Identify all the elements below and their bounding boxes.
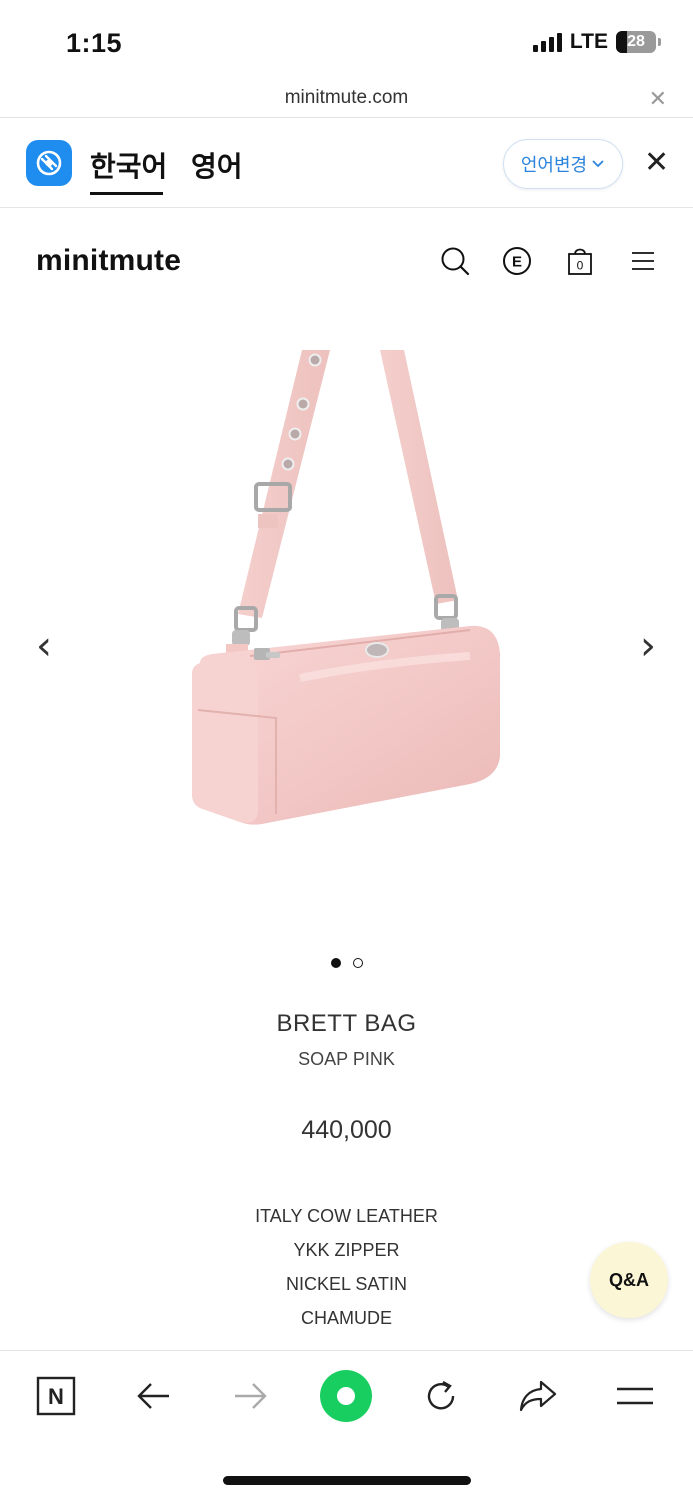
battery-icon: 28 [616, 31, 656, 53]
cart-icon[interactable]: 0 [563, 244, 597, 278]
site-logo[interactable]: minitmute [36, 244, 181, 278]
tab-english[interactable]: 영어 [191, 145, 243, 185]
close-icon[interactable]: ✕ [644, 148, 669, 178]
product-price: 440,000 [301, 1116, 392, 1144]
browser-toolbar: N [0, 1350, 693, 1440]
status-bar: 1:15 LTE 28 [0, 0, 693, 80]
active-tab-indicator [90, 192, 163, 195]
green-home-icon[interactable] [319, 1369, 373, 1423]
share-icon[interactable] [511, 1369, 565, 1423]
product-name: BRETT BAG [276, 1010, 417, 1037]
spec-line: ITALY COW LEATHER [255, 1206, 438, 1226]
close-icon[interactable]: ✕ [649, 86, 667, 112]
translate-bar: 한국어 영어 언어변경 ✕ [0, 118, 693, 208]
change-language-label: 언어변경 [520, 155, 588, 175]
chevron-down-icon [592, 160, 604, 168]
product-gallery[interactable]: ‹ › [0, 318, 693, 928]
currency-letter: E [512, 254, 522, 271]
status-indicators: LTE 28 [532, 30, 661, 54]
battery-level: 28 [627, 33, 645, 50]
pagination-dot[interactable] [330, 958, 341, 968]
site-header: minitmute E 0 [0, 208, 693, 318]
naver-letter: N [48, 1384, 64, 1409]
refresh-icon[interactable] [414, 1369, 468, 1423]
spec-line: CHAMUDE [300, 1308, 392, 1328]
url-bar[interactable]: minitmute.com ✕ [0, 80, 693, 118]
forward-arrow-icon[interactable] [223, 1369, 277, 1423]
cart-count: 0 [577, 259, 584, 273]
back-arrow-icon[interactable] [127, 1369, 181, 1423]
url-domain[interactable]: minitmute.com [0, 87, 693, 109]
naver-icon[interactable]: N [29, 1369, 83, 1423]
home-indicator [223, 1476, 471, 1485]
network-label: LTE [569, 30, 608, 53]
papago-icon[interactable] [26, 140, 72, 186]
tab-korean[interactable]: 한국어 [90, 145, 167, 185]
product-image [192, 350, 500, 825]
signal-icon [532, 32, 562, 52]
status-time: 1:15 [66, 28, 123, 58]
qa-button[interactable]: Q&A [590, 1242, 668, 1318]
gallery-pagination [0, 958, 693, 968]
menu-icon[interactable] [608, 1369, 662, 1423]
spec-line: YKK ZIPPER [293, 1240, 400, 1260]
product-color: SOAP PINK [298, 1049, 395, 1069]
menu-icon[interactable] [626, 244, 660, 278]
change-language-button[interactable]: 언어변경 [503, 139, 623, 189]
pagination-dot[interactable] [352, 958, 363, 968]
search-icon[interactable] [438, 244, 472, 278]
currency-icon[interactable]: E [500, 244, 534, 278]
